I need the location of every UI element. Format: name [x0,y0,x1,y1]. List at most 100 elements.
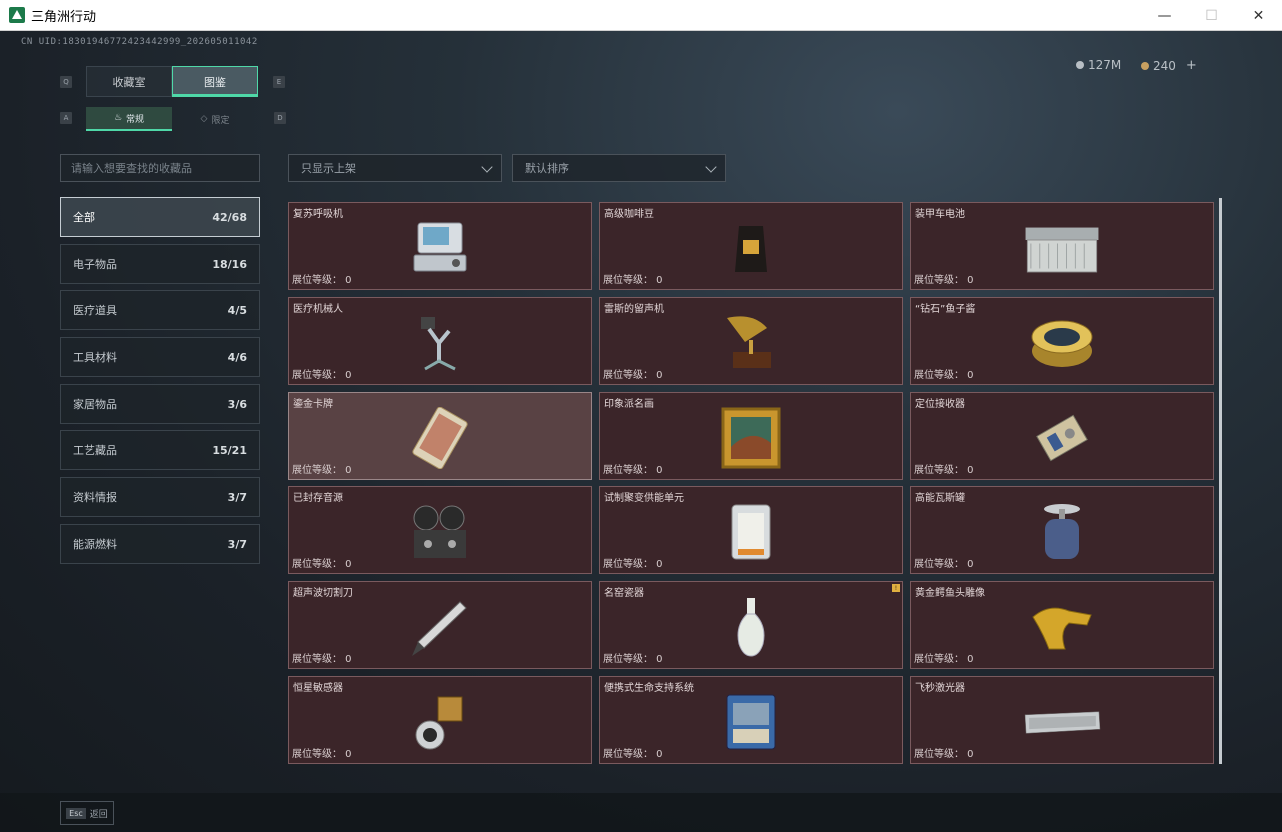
item-name: 定位接收器 [915,399,965,410]
back-button[interactable]: Esc 返回 [60,801,114,825]
reel-recorder-icon [400,501,480,563]
display-filter-value: 只显示上架 [301,162,356,175]
item-card[interactable]: 雷斯的留声机 展位等级： 0 [599,297,903,385]
close-button[interactable]: ✕ [1235,0,1282,31]
life-support-icon [711,691,791,753]
item-card[interactable]: 黄金鳄鱼头雕像 展位等级： 0 [910,581,1214,669]
item-level: 展位等级： 0 [603,559,663,570]
item-level: 展位等级： 0 [914,654,974,665]
subtab-limited-label: 限定 [211,115,230,126]
display-filter-dropdown[interactable]: 只显示上架 [288,154,502,182]
item-card[interactable]: 恒星敏感器展位等级： 0 [288,676,592,764]
subtab-limited[interactable]: ◇ 限定 [172,107,258,131]
tab-collection-room[interactable]: 收藏室 [86,66,172,97]
item-level: 展位等级： 0 [914,749,974,760]
category-intel[interactable]: 资料情报 3/7 [60,477,260,517]
grid-scrollbar[interactable] [1219,198,1222,764]
gramophone-icon [711,312,791,374]
chevron-down-icon [705,161,717,173]
item-card[interactable]: 医疗机械人 展位等级： 0 [288,297,592,385]
item-level: 展位等级： 0 [603,654,663,665]
item-card[interactable]: 定位接收器展位等级： 0 [910,392,1214,480]
vase-icon [711,596,791,658]
maximize-button[interactable]: ☐ [1188,0,1235,31]
sort-value: 默认排序 [525,162,569,175]
item-level: 展位等级： 0 [914,465,974,476]
subtab-regular[interactable]: ♨ 常规 [86,107,172,131]
category-all[interactable]: 全部 42/68 [60,197,260,237]
item-name: 黄金鳄鱼头雕像 [915,588,985,599]
key-hint-d: D [274,112,286,124]
new-badge: ! [892,584,900,592]
battery-icon [1022,217,1102,279]
category-crafts[interactable]: 工艺藏品 15/21 [60,430,260,470]
item-level: 展位等级： 0 [914,559,974,570]
item-level: 展位等级： 0 [292,370,352,381]
fusion-cell-icon [711,501,791,563]
item-card[interactable]: 印象派名画展位等级： 0 [599,392,903,480]
item-card[interactable]: 已封存音源展位等级： 0 [288,486,592,574]
category-energy[interactable]: 能源燃料 3/7 [60,524,260,564]
category-label: 能源燃料 [73,538,117,551]
category-label: 电子物品 [73,258,117,271]
item-card[interactable]: 便携式生命支持系统 展位等级： 0 [599,676,903,764]
robot-arm-icon [400,312,480,374]
category-label: 家居物品 [73,398,117,411]
category-count: 18/16 [212,257,247,271]
category-count: 15/21 [212,443,247,457]
item-level: 展位等级： 0 [292,559,352,570]
item-card[interactable]: “钻石”鱼子酱 展位等级： 0 [910,297,1214,385]
item-level: 展位等级： 0 [603,749,663,760]
item-card[interactable]: 名窑瓷器展位等级： 0! [599,581,903,669]
category-label: 医疗道具 [73,304,117,317]
item-card[interactable]: 高能瓦斯罐 展位等级： 0 [910,486,1214,574]
item-name: 恒星敏感器 [293,683,343,694]
painting-icon [711,407,791,469]
minimize-button[interactable]: — [1141,0,1188,31]
game-viewport: CN UID:18301946772423442999_202605011042… [0,31,1282,832]
item-name: 已封存音源 [293,493,343,504]
app-logo-icon [9,7,25,23]
add-currency-button[interactable]: + [1186,58,1197,73]
search-input[interactable]: 请输入想要查找的收藏品 [60,154,260,182]
chevron-down-icon [481,161,493,173]
item-card[interactable]: 飞秒激光器展位等级： 0 [910,676,1214,764]
item-level: 展位等级： 0 [603,370,663,381]
item-card[interactable]: 鎏金卡牌 展位等级： 0 [288,392,592,480]
item-level: 展位等级： 0 [292,749,352,760]
category-label: 工艺藏品 [73,444,117,457]
item-card[interactable]: 试制聚变供能单元 展位等级： 0 [599,486,903,574]
item-level: 展位等级： 0 [603,465,663,476]
category-count: 3/7 [227,490,247,504]
category-medical[interactable]: 医疗道具 4/5 [60,290,260,330]
coffee-bag-icon [711,217,791,279]
bottom-bar: Esc 返回 [0,793,1282,832]
tab-catalog[interactable]: 图鉴 [172,66,258,97]
category-count: 3/6 [227,397,247,411]
key-hint-a: A [60,112,72,124]
item-card[interactable]: 装甲车电池 展位等级： 0 [910,202,1214,290]
currency-gold: 240 + [1141,58,1197,73]
silver-coin-icon [1076,61,1084,69]
item-name: 印象派名画 [604,399,654,410]
item-name: 试制聚变供能单元 [604,493,684,504]
item-name: 飞秒激光器 [915,683,965,694]
category-electronics[interactable]: 电子物品 18/16 [60,244,260,284]
item-card[interactable]: 超声波切割刀 展位等级： 0 [288,581,592,669]
item-card[interactable]: 复苏呼吸机 展位等级： 0 [288,202,592,290]
item-name: 超声波切割刀 [293,588,353,599]
esc-key-hint: Esc [66,807,86,819]
item-level: 展位等级： 0 [914,275,974,286]
currency-silver: 127M [1076,58,1121,72]
item-name: 名窑瓷器 [604,588,644,599]
category-tools[interactable]: 工具材料 4/6 [60,337,260,377]
window-title: 三角洲行动 [31,9,97,25]
item-card[interactable]: 高级咖啡豆 展位等级： 0 [599,202,903,290]
key-hint-e: E [273,76,285,88]
category-label: 资料情报 [73,491,117,504]
category-household[interactable]: 家居物品 3/6 [60,384,260,424]
window-titlebar: 三角洲行动 — ☐ ✕ [0,0,1282,31]
category-label: 全部 [73,211,95,224]
diamond-icon: ◇ [200,114,208,124]
sort-dropdown[interactable]: 默认排序 [512,154,726,182]
